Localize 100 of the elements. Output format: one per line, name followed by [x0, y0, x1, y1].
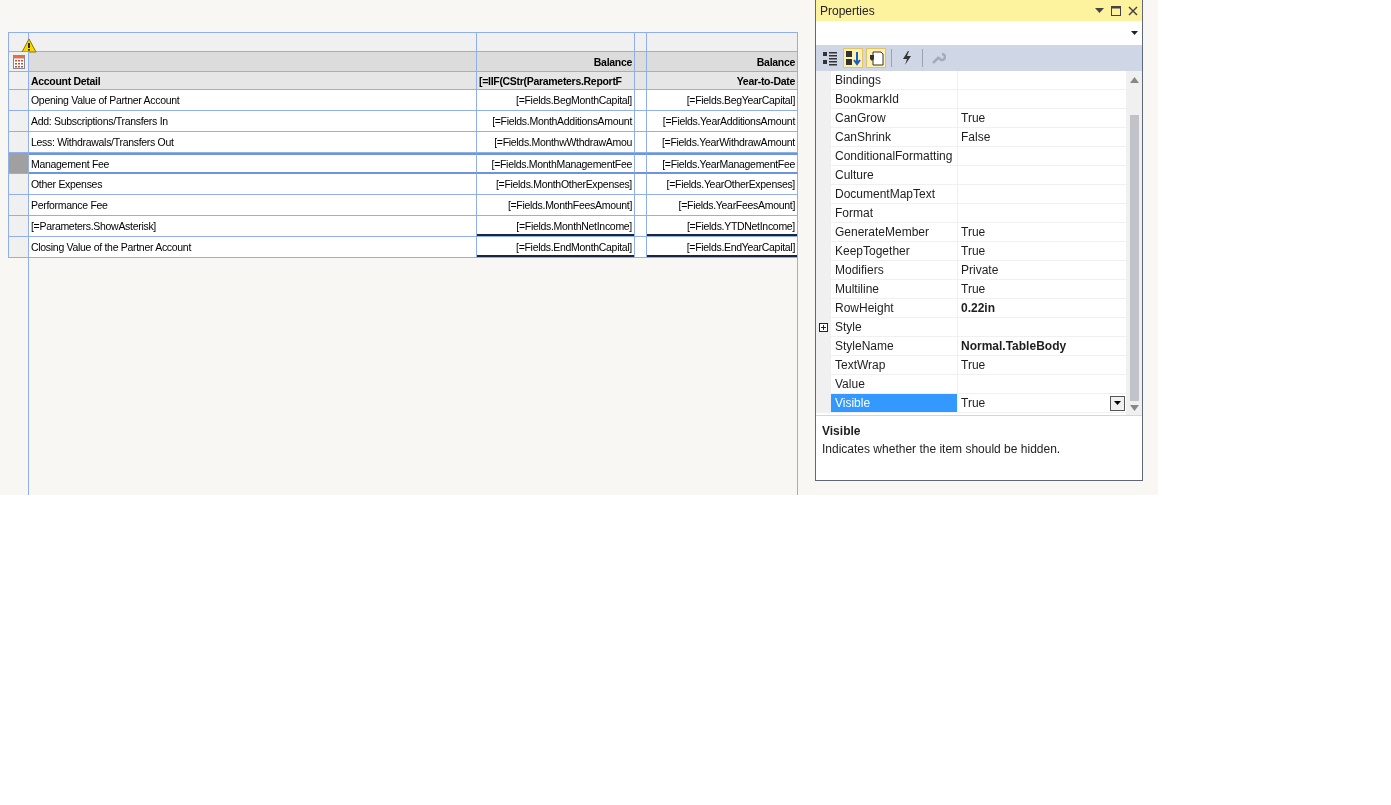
table-cell: [635, 72, 647, 90]
table-cell: [=Fields.YearAdditionsAmount: [647, 111, 798, 132]
property-name[interactable]: KeepTogether: [831, 242, 958, 261]
property-name[interactable]: Culture: [831, 166, 958, 185]
panel-title: Properties: [820, 3, 875, 18]
table-row[interactable]: Add: Subscriptions/Transfers In [=Fields.MonthAdditionsAmount [=Fields.YearAdditionsAmount: [9, 111, 798, 132]
property-name[interactable]: Format: [831, 204, 958, 223]
scroll-up-icon[interactable]: [1129, 77, 1139, 83]
property-name[interactable]: DocumentMapText: [831, 185, 958, 204]
table-cell: Other Expenses: [29, 174, 477, 195]
table-cell: [=Fields.BegYearCapital]: [647, 90, 798, 111]
table-cell: Less: Withdrawals/Transfers Out: [29, 132, 477, 153]
table-cell: [=Fields.MonthManagementFee: [477, 153, 635, 174]
caret-icon: [1131, 30, 1138, 35]
property-name[interactable]: Style: [831, 318, 958, 337]
table-cell: [635, 195, 647, 216]
expand-icon[interactable]: [819, 323, 828, 332]
row-handle[interactable]: [9, 111, 29, 132]
dropdown-icon[interactable]: [1095, 8, 1104, 13]
row-handle[interactable]: [9, 174, 29, 195]
property-value[interactable]: True: [961, 111, 986, 125]
table-row[interactable]: Opening Value of Partner Account [=Fields.BegMonthCapital] [=Fields.BegYearCapital]: [9, 90, 798, 111]
row-handle[interactable]: [9, 52, 29, 72]
table-row[interactable]: Less: Withdrawals/Transfers Out [=Fields.MonthwWthdrawAmou [=Fields.YearWithdrawAmount: [9, 132, 798, 153]
table-cell: [=Fields.YearWithdrawAmount: [647, 132, 798, 153]
property-value[interactable]: True: [961, 282, 986, 296]
table-row[interactable]: [=Parameters.ShowAsterisk] [=Fields.MonthNetIncome] [=Fields.YTDNetIncome]: [9, 216, 798, 237]
row-handle[interactable]: [9, 216, 29, 237]
property-name[interactable]: StyleName: [831, 337, 958, 356]
scroll-thumb[interactable]: [1129, 115, 1139, 401]
table-cell: [=Fields.MonthwWthdrawAmou: [477, 132, 635, 153]
property-value[interactable]: Private: [961, 263, 999, 277]
property-value[interactable]: True: [961, 396, 986, 410]
table-cell: Closing Value of the Partner Account: [29, 237, 477, 258]
table-cell: [=Parameters.ShowAsterisk]: [29, 216, 477, 237]
table-cell: [635, 174, 647, 195]
close-icon[interactable]: [1128, 5, 1138, 16]
table-cell: [635, 237, 647, 258]
table-cell: Opening Value of Partner Account: [29, 90, 477, 111]
list-icon: [822, 50, 838, 66]
property-value[interactable]: False: [961, 130, 991, 144]
table-row[interactable]: Closing Value of the Partner Account [=Fields.EndMonthCapital] [=Fields.EndYearCapital]: [9, 237, 798, 258]
row-handle[interactable]: [9, 153, 29, 174]
scroll-down-icon[interactable]: [1129, 405, 1139, 411]
property-name[interactable]: CanGrow: [831, 109, 958, 128]
caret-icon: [1114, 401, 1121, 405]
dropdown-button[interactable]: [1110, 395, 1125, 411]
table-cell: [=Fields.MonthAdditionsAmount: [477, 111, 635, 132]
column-header: Balance: [647, 52, 798, 72]
row-handle[interactable]: [9, 132, 29, 153]
table-cell: Add: Subscriptions/Transfers In: [29, 111, 477, 132]
row-handle[interactable]: [9, 195, 29, 216]
scrollbar[interactable]: [1126, 71, 1142, 415]
table-cell: [=Fields.YearManagementFee: [647, 153, 798, 174]
table-cell: [=Fields.MonthFeesAmount]: [477, 195, 635, 216]
table-cell: Performance Fee: [29, 195, 477, 216]
table-icon: [12, 54, 25, 69]
property-pages-button[interactable]: [866, 48, 886, 68]
table-cell: [=Fields.EndMonthCapital]: [477, 237, 635, 258]
maximize-icon[interactable]: [1111, 5, 1121, 16]
column-header: Account Detail: [29, 72, 477, 90]
property-name[interactable]: CanShrink: [831, 128, 958, 147]
table-cell: Management Fee: [29, 153, 477, 174]
table-cell: [635, 111, 647, 132]
property-name[interactable]: GenerateMember: [831, 223, 958, 242]
property-name[interactable]: Bindings: [831, 71, 958, 90]
table-cell: [=Fields.YTDNetIncome]: [647, 216, 798, 237]
table-cell: [635, 90, 647, 111]
row-handle[interactable]: [9, 90, 29, 111]
table-cell: [635, 52, 647, 72]
table-cell: [=Fields.EndYearCapital]: [647, 237, 798, 258]
property-name[interactable]: TextWrap: [831, 356, 958, 375]
property-value[interactable]: Normal.TableBody: [961, 339, 1067, 353]
table-cell: [635, 153, 647, 174]
table-cell: [=Fields.MonthOtherExpenses]: [477, 174, 635, 195]
description-title: Visible: [822, 424, 862, 438]
table-cell: [=Fields.BegMonthCapital]: [477, 90, 635, 111]
warning-icon: [21, 38, 37, 53]
page-icon: [868, 50, 884, 66]
property-name[interactable]: ConditionalFormatting: [831, 147, 958, 166]
table-cell: [=Fields.MonthNetIncome]: [477, 216, 635, 237]
table-cell: [=Fields.YearFeesAmount]: [647, 195, 798, 216]
table-row[interactable]: Other Expenses [=Fields.MonthOtherExpenses] [=Fields.YearOtherExpenses]: [9, 174, 798, 195]
sort-button[interactable]: [843, 48, 863, 68]
table-cell: [=Fields.YearOtherExpenses]: [647, 174, 798, 195]
property-value[interactable]: True: [961, 225, 986, 239]
table-row[interactable]: Performance Fee [=Fields.MonthFeesAmount] [=Fields.YearFeesAmount]: [9, 195, 798, 216]
property-name[interactable]: BookmarkId: [831, 90, 958, 109]
description-text: Indicates whether the item should be hidden.: [822, 442, 1062, 456]
property-value[interactable]: 0.22in: [961, 301, 996, 315]
table-row[interactable]: Management Fee [=Fields.MonthManagementFee [=Fields.YearManagementFee: [9, 153, 798, 174]
table-cell: [635, 132, 647, 153]
row-handle[interactable]: [9, 237, 29, 258]
property-value[interactable]: True: [961, 244, 986, 258]
wrench-icon: [930, 50, 946, 66]
property-name[interactable]: Modifiers: [831, 261, 958, 280]
property-name[interactable]: Multiline: [831, 280, 958, 299]
property-value[interactable]: True: [961, 358, 986, 372]
row-handle[interactable]: [9, 72, 29, 90]
property-name[interactable]: RowHeight: [831, 299, 958, 318]
